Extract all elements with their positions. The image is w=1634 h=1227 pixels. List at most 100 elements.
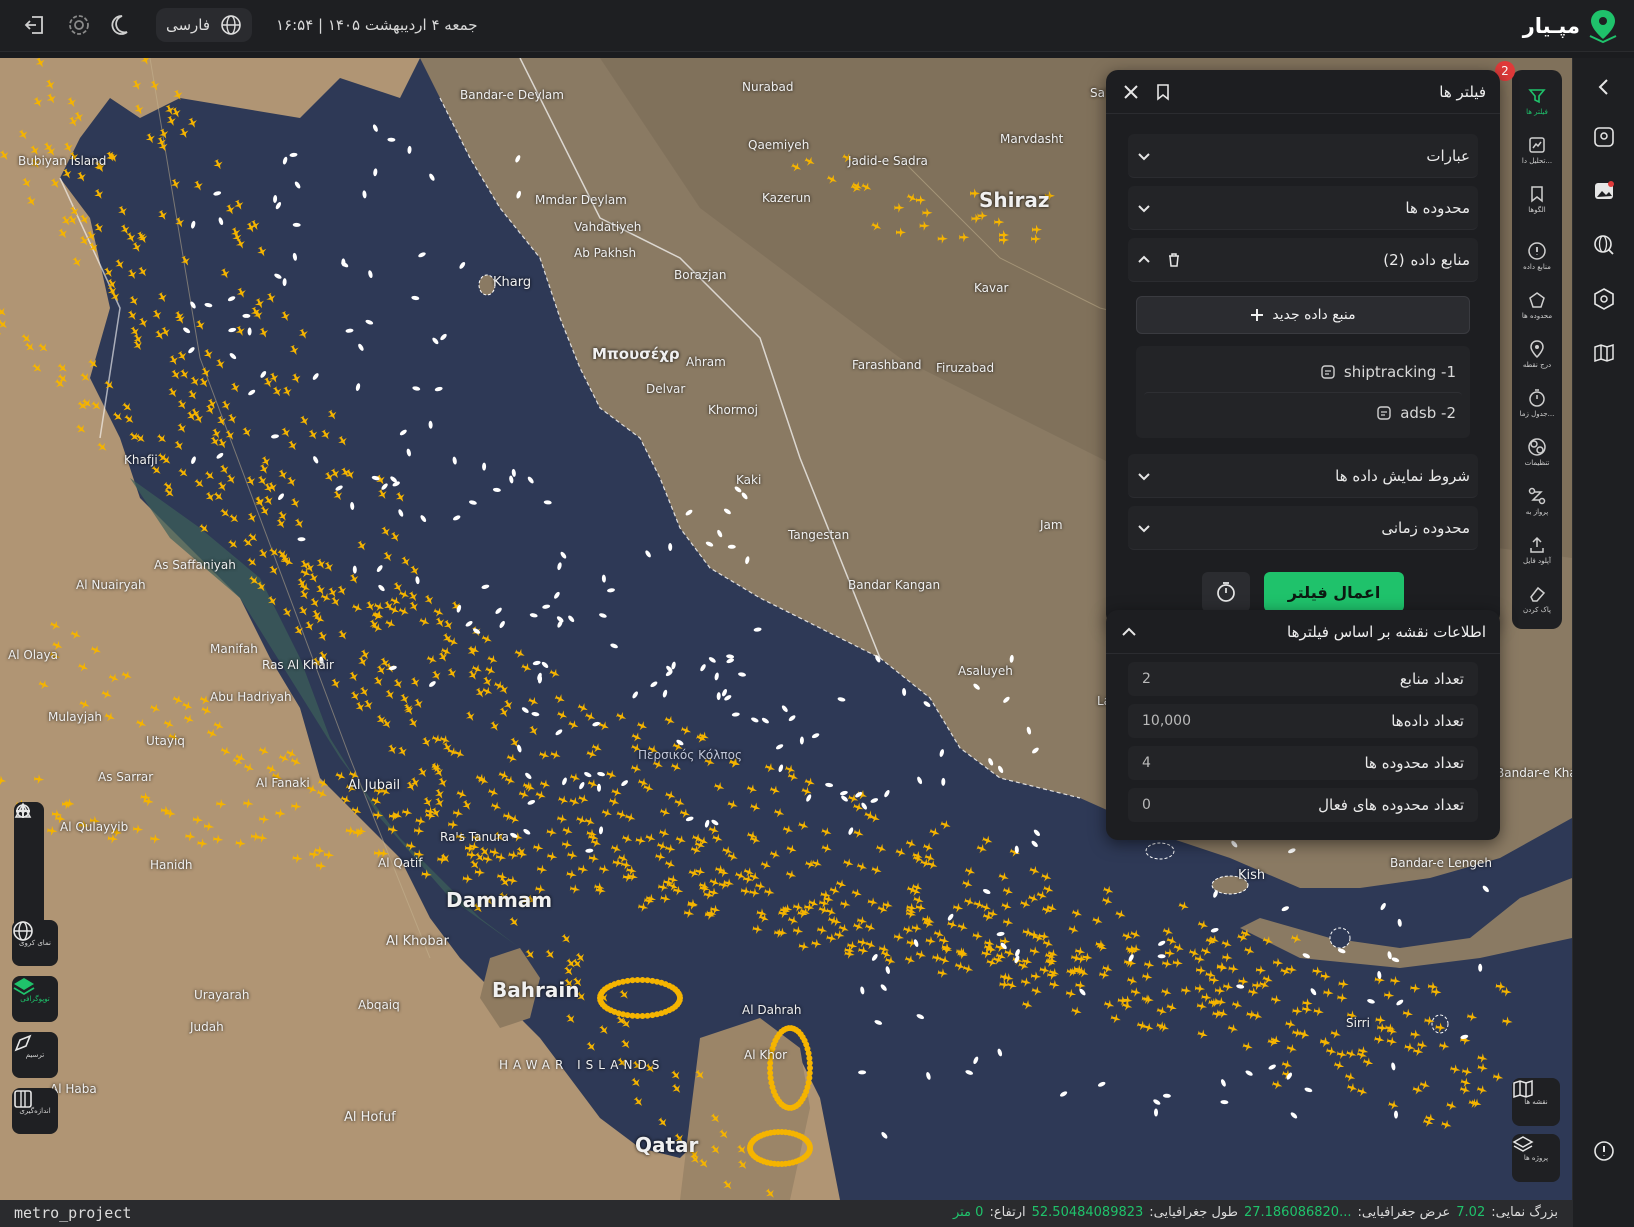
aircraft-marker[interactable] <box>33 774 45 785</box>
ship-marker[interactable] <box>731 712 740 717</box>
aircraft-marker[interactable] <box>998 871 1011 884</box>
aircraft-marker[interactable] <box>234 325 247 338</box>
aircraft-marker[interactable] <box>924 916 936 928</box>
aircraft-marker[interactable] <box>49 177 63 191</box>
aircraft-marker[interactable] <box>17 128 31 142</box>
ship-marker[interactable] <box>543 500 552 505</box>
ship-marker[interactable] <box>1268 1064 1277 1071</box>
map-info-header[interactable]: اطلاعات نقشه بر اساس فیلترها <box>1106 610 1500 654</box>
aircraft-marker[interactable] <box>1337 992 1348 1003</box>
aircraft-marker[interactable] <box>372 675 386 689</box>
aircraft-marker[interactable] <box>132 824 144 835</box>
aircraft-marker[interactable] <box>806 1143 813 1149</box>
aircraft-marker[interactable] <box>1435 1022 1446 1033</box>
ship-marker[interactable] <box>482 462 487 471</box>
ship-marker[interactable] <box>778 764 784 773</box>
aircraft-marker[interactable] <box>293 517 307 531</box>
aircraft-marker[interactable] <box>316 860 327 871</box>
aircraft-marker[interactable] <box>421 869 432 880</box>
rail-gallery-button[interactable] <box>1589 176 1619 206</box>
aircraft-marker[interactable] <box>399 555 413 569</box>
aircraft-marker[interactable] <box>849 182 862 195</box>
ship-marker[interactable] <box>982 888 991 895</box>
aircraft-marker[interactable] <box>139 58 152 67</box>
aircraft-marker[interactable] <box>37 341 51 355</box>
aircraft-marker[interactable] <box>78 234 92 248</box>
ship-marker[interactable] <box>292 252 297 262</box>
ship-marker[interactable] <box>452 456 457 465</box>
ship-marker[interactable] <box>190 220 196 229</box>
aircraft-marker[interactable] <box>769 784 782 797</box>
aircraft-marker[interactable] <box>56 361 70 375</box>
ship-marker[interactable] <box>781 704 789 713</box>
aircraft-marker[interactable] <box>432 606 445 619</box>
aircraft-marker[interactable] <box>884 955 896 967</box>
aircraft-marker[interactable] <box>535 789 548 802</box>
ship-marker[interactable] <box>874 654 881 663</box>
aircraft-marker[interactable] <box>70 256 84 270</box>
aircraft-marker[interactable] <box>349 689 363 703</box>
ship-marker[interactable] <box>498 620 506 629</box>
ship-marker[interactable] <box>631 690 639 699</box>
aircraft-marker[interactable] <box>192 814 203 825</box>
ship-marker[interactable] <box>527 476 535 485</box>
ship-marker[interactable] <box>465 620 474 628</box>
ship-marker[interactable] <box>726 654 735 659</box>
aircraft-marker[interactable] <box>1286 964 1297 975</box>
ship-marker[interactable] <box>297 537 306 542</box>
aircraft-marker[interactable] <box>630 731 643 744</box>
ship-marker[interactable] <box>190 456 197 465</box>
tool-filters[interactable]: فیلتر ها <box>1512 76 1562 125</box>
ship-marker[interactable] <box>377 584 386 592</box>
aircraft-marker[interactable] <box>172 89 185 102</box>
aircraft-marker[interactable] <box>213 834 224 845</box>
aircraft-marker[interactable] <box>864 921 877 934</box>
aircraft-marker[interactable] <box>317 777 330 790</box>
ship-marker[interactable] <box>1391 1062 1396 1071</box>
ship-marker[interactable] <box>247 327 252 336</box>
aircraft-marker[interactable] <box>769 848 782 861</box>
ship-marker[interactable] <box>247 389 256 397</box>
aircraft-marker[interactable] <box>1492 1071 1504 1083</box>
aircraft-marker[interactable] <box>409 676 423 690</box>
aircraft-marker[interactable] <box>928 826 941 839</box>
aircraft-marker[interactable] <box>932 952 944 964</box>
ship-marker[interactable] <box>716 692 721 701</box>
aircraft-marker[interactable] <box>224 203 237 216</box>
aircraft-marker[interactable] <box>281 606 295 620</box>
aircraft-marker[interactable] <box>279 426 293 440</box>
aircraft-marker[interactable] <box>1374 1034 1386 1046</box>
ship-marker[interactable] <box>1033 829 1041 838</box>
aircraft-marker[interactable] <box>1459 1084 1471 1096</box>
logout-icon[interactable] <box>20 10 50 40</box>
aircraft-marker[interactable] <box>554 692 567 705</box>
aircraft-marker[interactable] <box>354 701 368 715</box>
aircraft-marker[interactable] <box>477 774 490 787</box>
aircraft-marker[interactable] <box>186 117 199 130</box>
aircraft-marker[interactable] <box>1390 975 1401 986</box>
ship-marker[interactable] <box>350 502 355 510</box>
aircraft-marker[interactable] <box>644 832 657 845</box>
aircraft-marker[interactable] <box>412 697 426 711</box>
ship-marker[interactable] <box>601 574 607 583</box>
ship-marker[interactable] <box>721 688 728 697</box>
aircraft-marker[interactable] <box>564 1012 578 1026</box>
ship-marker[interactable] <box>531 711 540 717</box>
ship-marker[interactable] <box>294 181 302 190</box>
aircraft-marker[interactable] <box>77 661 90 674</box>
aircraft-marker[interactable] <box>1279 965 1292 978</box>
aircraft-marker[interactable] <box>183 713 196 726</box>
aircraft-marker[interactable] <box>1032 224 1042 235</box>
ship-marker[interactable] <box>1478 963 1483 972</box>
aircraft-marker[interactable] <box>165 115 178 128</box>
aircraft-marker[interactable] <box>484 664 497 677</box>
aircraft-marker[interactable] <box>1410 1029 1421 1040</box>
aircraft-marker[interactable] <box>797 908 809 920</box>
aircraft-marker[interactable] <box>1272 957 1284 968</box>
aircraft-marker[interactable] <box>860 181 873 194</box>
aircraft-marker[interactable] <box>804 776 817 789</box>
aircraft-marker[interactable] <box>219 267 232 280</box>
ship-marker[interactable] <box>1210 927 1219 933</box>
draw-button[interactable]: ترسیم <box>12 1032 58 1078</box>
aircraft-marker[interactable] <box>336 628 350 642</box>
